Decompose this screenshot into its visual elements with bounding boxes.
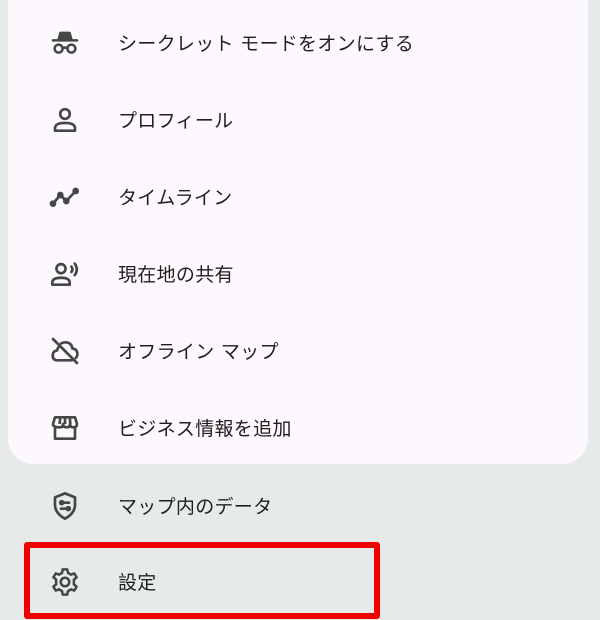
menu-item-label: マップ内のデータ <box>118 496 273 518</box>
menu-item-add-business[interactable]: ビジネス情報を追加 <box>0 389 600 466</box>
menu-item-offline-maps[interactable]: オフライン マップ <box>0 312 600 389</box>
storefront-icon <box>47 410 83 446</box>
menu-item-profile[interactable]: プロフィール <box>0 81 600 158</box>
person-icon <box>47 102 83 138</box>
menu-item-label: シークレット モードをオンにする <box>118 33 415 55</box>
location-sharing-icon <box>47 256 83 292</box>
incognito-icon <box>47 25 83 61</box>
menu-item-label: プロフィール <box>118 110 234 132</box>
menu-item-label: 現在地の共有 <box>118 264 234 286</box>
cloud-off-icon <box>47 333 83 369</box>
menu-item-location-sharing[interactable]: 現在地の共有 <box>0 235 600 312</box>
menu-item-label: 設定 <box>118 572 157 594</box>
gear-icon <box>47 564 83 600</box>
menu-item-timeline[interactable]: タイムライン <box>0 158 600 235</box>
timeline-icon <box>47 179 83 215</box>
menu-item-label: オフライン マップ <box>118 341 279 363</box>
menu-item-your-data[interactable]: マップ内のデータ <box>0 467 600 544</box>
menu-item-label: タイムライン <box>118 187 233 209</box>
shield-icon <box>47 488 83 524</box>
menu-item-label: ビジネス情報を追加 <box>118 418 292 440</box>
menu-item-incognito[interactable]: シークレット モードをオンにする <box>0 4 600 81</box>
menu-item-settings[interactable]: 設定 <box>0 543 600 620</box>
